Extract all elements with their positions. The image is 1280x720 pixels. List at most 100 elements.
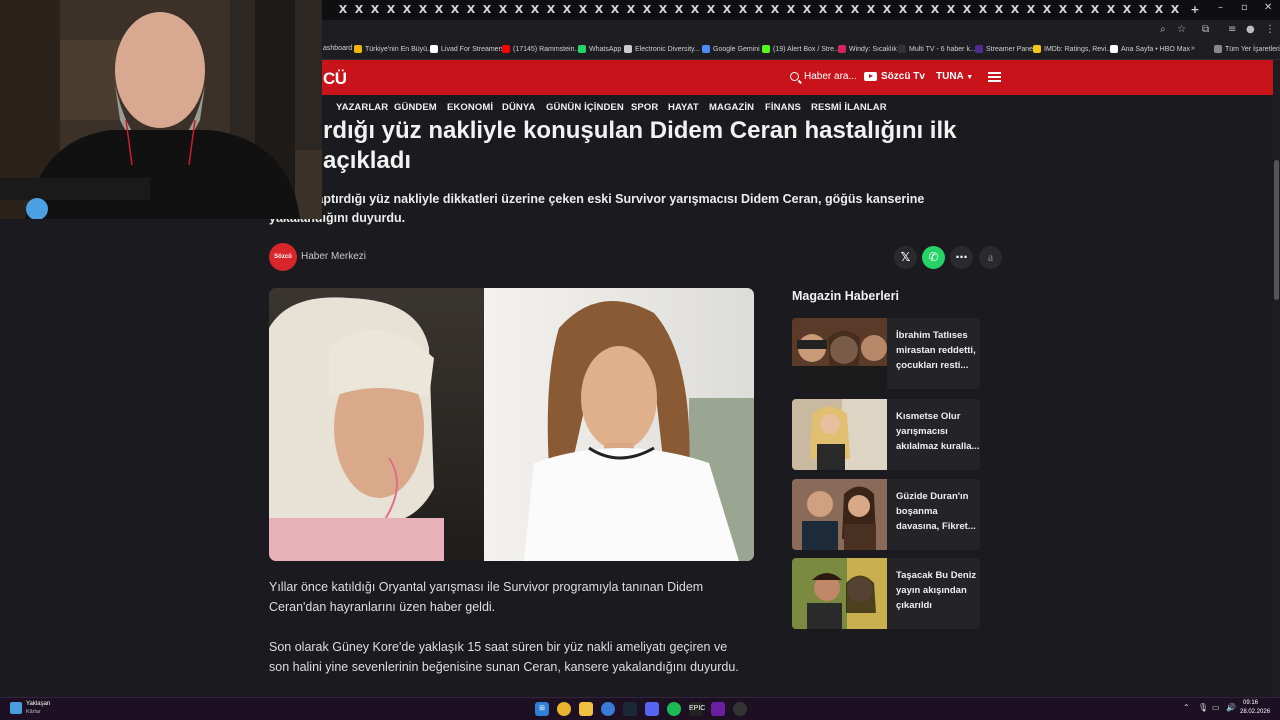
clock-time[interactable]: 09:16 bbox=[1243, 700, 1258, 706]
share-x-icon[interactable]: 𝕏 bbox=[894, 246, 917, 269]
tab-close-icon[interactable]: X bbox=[1168, 3, 1182, 17]
sozcu-tv-link[interactable]: Sözcü Tv bbox=[864, 71, 925, 82]
tab-close-icon[interactable]: X bbox=[1104, 3, 1118, 17]
share-more-icon[interactable]: ⋯ bbox=[950, 246, 973, 269]
tab-close-icon[interactable]: X bbox=[592, 3, 606, 17]
tab-close-icon[interactable]: X bbox=[672, 3, 686, 17]
tab-close-icon[interactable]: X bbox=[528, 3, 542, 17]
tab-close-icon[interactable]: X bbox=[832, 3, 846, 17]
tab-close-icon[interactable]: X bbox=[432, 3, 446, 17]
nav-item[interactable]: GÜNÜN İÇİNDEN bbox=[546, 102, 624, 113]
bookmark-item[interactable]: WhatsApp bbox=[578, 45, 621, 53]
start-icon[interactable]: ⊞ bbox=[535, 702, 549, 716]
tab-close-icon[interactable]: X bbox=[368, 3, 382, 17]
nav-item[interactable]: SPOR bbox=[631, 102, 658, 113]
zoom-icon[interactable]: ⌕ bbox=[1160, 24, 1166, 35]
file-explorer-icon[interactable] bbox=[579, 702, 593, 716]
nav-item[interactable]: DÜNYA bbox=[502, 102, 535, 113]
tab-close-icon[interactable]: X bbox=[768, 3, 782, 17]
tab-close-icon[interactable]: X bbox=[384, 3, 398, 17]
bookmark-item[interactable]: Google Gemini bbox=[702, 45, 760, 53]
tray-chevron-icon[interactable]: ⌃ bbox=[1183, 703, 1190, 712]
tab-close-icon[interactable]: X bbox=[688, 3, 702, 17]
maximize-icon[interactable]: ▫ bbox=[1241, 2, 1248, 13]
profile-icon[interactable]: ● bbox=[1246, 24, 1255, 35]
sidebar-news-card[interactable]: Taşacak Bu Deniz yayın akışından çıkarıl… bbox=[792, 558, 980, 629]
media-icon[interactable]: ≡ bbox=[1228, 24, 1236, 35]
tab-close-icon[interactable]: X bbox=[1152, 3, 1166, 17]
sidebar-news-card[interactable]: İbrahim Tatlıses mirastan reddetti, çocu… bbox=[792, 318, 980, 389]
tab-close-icon[interactable]: X bbox=[1120, 3, 1134, 17]
tab-close-icon[interactable]: X bbox=[960, 3, 974, 17]
tab-close-icon[interactable]: X bbox=[336, 3, 350, 17]
tab-close-icon[interactable]: X bbox=[496, 3, 510, 17]
weather-icon[interactable] bbox=[10, 702, 22, 714]
sidebar-news-card[interactable]: Kısmetse Olur yarışmacısı akılalmaz kura… bbox=[792, 399, 980, 470]
bookmark-item[interactable]: Ana Sayfa • HBO Max bbox=[1110, 45, 1190, 53]
edge-icon[interactable] bbox=[601, 702, 615, 716]
tab-close-icon[interactable]: X bbox=[624, 3, 638, 17]
menu-dots-icon[interactable]: ⋮ bbox=[1265, 24, 1275, 35]
nav-item[interactable]: MAGAZİN bbox=[709, 102, 754, 113]
tab-close-icon[interactable]: X bbox=[1056, 3, 1070, 17]
bookmark-star-icon[interactable]: ☆ bbox=[1177, 24, 1186, 35]
hamburger-menu-icon[interactable] bbox=[988, 72, 1001, 82]
search-button[interactable]: Haber ara... bbox=[790, 71, 857, 82]
tab-close-icon[interactable]: X bbox=[800, 3, 814, 17]
discord-icon[interactable] bbox=[645, 702, 659, 716]
bookmark-item[interactable]: Livad For Streamers bbox=[430, 45, 504, 53]
tab-close-icon[interactable]: X bbox=[896, 3, 910, 17]
tab-close-icon[interactable]: X bbox=[544, 3, 558, 17]
tab-close-icon[interactable]: X bbox=[736, 3, 750, 17]
site-logo[interactable]: CÜ bbox=[323, 69, 347, 89]
tab-close-icon[interactable]: X bbox=[848, 3, 862, 17]
nav-item[interactable]: HAYAT bbox=[668, 102, 699, 113]
chrome-icon[interactable] bbox=[557, 702, 571, 716]
minimize-icon[interactable]: – bbox=[1218, 2, 1223, 13]
nav-item[interactable]: YAZARLAR bbox=[336, 102, 388, 113]
bookmark-item[interactable]: Multi TV - 6 haber k... bbox=[898, 45, 976, 53]
bookmark-item[interactable]: (17145) Rammstein... bbox=[502, 45, 580, 53]
tab-close-icon[interactable]: X bbox=[720, 3, 734, 17]
author-name[interactable]: Haber Merkezi bbox=[301, 251, 366, 262]
bookmark-item[interactable]: Windy: Sıcaklık bbox=[838, 45, 897, 53]
bookmark-item[interactable]: Electronic Diversity... bbox=[624, 45, 700, 53]
tab-close-icon[interactable]: X bbox=[992, 3, 1006, 17]
user-menu[interactable]: TUNA ▼ bbox=[936, 71, 973, 82]
nav-item[interactable]: EKONOMİ bbox=[447, 102, 493, 113]
close-window-icon[interactable]: ✕ bbox=[1264, 2, 1272, 13]
page-scrollbar[interactable] bbox=[1273, 60, 1280, 697]
tab-close-icon[interactable]: X bbox=[944, 3, 958, 17]
font-size-icon[interactable]: a bbox=[979, 246, 1002, 269]
tab-close-icon[interactable]: X bbox=[464, 3, 478, 17]
tab-close-icon[interactable]: X bbox=[1040, 3, 1054, 17]
tab-close-icon[interactable]: X bbox=[480, 3, 494, 17]
new-tab-icon[interactable]: + bbox=[1188, 3, 1202, 17]
tab-close-icon[interactable]: X bbox=[704, 3, 718, 17]
tab-close-icon[interactable]: X bbox=[512, 3, 526, 17]
tab-close-icon[interactable]: X bbox=[1088, 3, 1102, 17]
bookmark-item[interactable]: Tüm Yer İşaretleri bbox=[1214, 45, 1280, 53]
share-whatsapp-icon[interactable]: ✆ bbox=[922, 246, 945, 269]
tab-close-icon[interactable]: X bbox=[816, 3, 830, 17]
tab-close-icon[interactable]: X bbox=[912, 3, 926, 17]
tab-close-icon[interactable]: X bbox=[1072, 3, 1086, 17]
tab-close-icon[interactable]: X bbox=[784, 3, 798, 17]
tab-close-icon[interactable]: X bbox=[448, 3, 462, 17]
sidebar-news-card[interactable]: Güzide Duran'ın boşanma davasına, Fikret… bbox=[792, 479, 980, 550]
tab-close-icon[interactable]: X bbox=[1024, 3, 1038, 17]
nav-item[interactable]: RESMİ İLANLAR bbox=[811, 102, 887, 113]
author-avatar[interactable]: Sözcü bbox=[269, 243, 297, 271]
clock-date[interactable]: 28.02.2026 bbox=[1240, 709, 1270, 715]
bookmark-item[interactable]: IMDb: Ratings, Revi... bbox=[1033, 45, 1112, 53]
tab-close-icon[interactable]: X bbox=[608, 3, 622, 17]
spotify-icon[interactable] bbox=[667, 702, 681, 716]
tab-close-icon[interactable]: X bbox=[400, 3, 414, 17]
steam-icon[interactable] bbox=[623, 702, 637, 716]
tab-close-icon[interactable]: X bbox=[656, 3, 670, 17]
tab-close-icon[interactable]: X bbox=[1136, 3, 1150, 17]
tab-close-icon[interactable]: X bbox=[576, 3, 590, 17]
stream-app-icon[interactable] bbox=[711, 702, 725, 716]
extensions-icon[interactable]: ⧉ bbox=[1202, 24, 1209, 35]
tab-close-icon[interactable]: X bbox=[352, 3, 366, 17]
